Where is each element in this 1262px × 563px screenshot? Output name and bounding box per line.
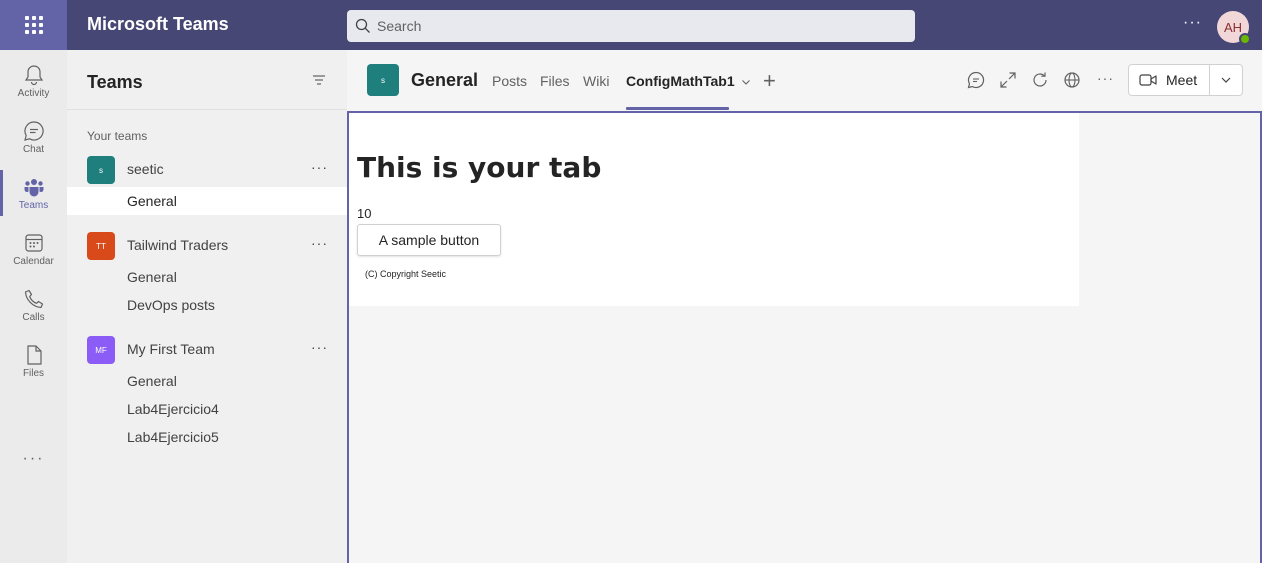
top-bar: Microsoft Teams ··· AH: [0, 0, 1262, 50]
conversation-icon[interactable]: [967, 71, 985, 89]
app-rail: Activity Chat Teams Calendar Calls Files…: [0, 50, 67, 563]
tab-iframe: This is your tab 10 A sample button (C) …: [349, 113, 1079, 306]
tab-files[interactable]: Files: [540, 73, 570, 89]
rail-item-activity[interactable]: Activity: [0, 54, 67, 110]
meet-button-group: Meet: [1128, 64, 1243, 96]
team-more-options-button[interactable]: ···: [311, 339, 328, 355]
waffle-icon: [24, 16, 43, 34]
teams-panel-title: Teams: [87, 72, 143, 92]
team-name: Tailwind Traders: [127, 237, 229, 253]
channel-item-general[interactable]: General: [67, 367, 347, 395]
refresh-icon[interactable]: [1031, 71, 1049, 89]
more-options-button[interactable]: ···: [1097, 70, 1114, 86]
tab-content-area: This is your tab 10 A sample button (C) …: [347, 111, 1262, 563]
channel-item-lab4ejercicio4[interactable]: Lab4Ejercicio4: [67, 395, 347, 423]
tab-heading: This is your tab: [357, 151, 602, 184]
channel-header: s General Posts Files Wiki ConfigMathTab…: [347, 50, 1262, 111]
rail-item-calls[interactable]: Calls: [0, 278, 67, 334]
tab-value: 10: [357, 206, 372, 221]
rail-label-teams: Teams: [18, 200, 49, 211]
teams-panel-header: Teams: [67, 50, 347, 110]
settings-more-button[interactable]: ···: [1183, 14, 1202, 32]
tab-posts[interactable]: Posts: [492, 73, 527, 89]
team-more-options-button[interactable]: ···: [311, 159, 328, 175]
rail-label-chat: Chat: [22, 144, 45, 155]
channel-item-general[interactable]: General: [67, 187, 347, 215]
rail-item-calendar[interactable]: Calendar: [0, 222, 67, 278]
rail-item-chat[interactable]: Chat: [0, 110, 67, 166]
team-item-my-first-team[interactable]: MF My First Team ···: [67, 336, 347, 364]
tab-configmathtab1[interactable]: ConfigMathTab1: [626, 73, 751, 89]
search-icon: [355, 18, 370, 33]
rail-label-activity: Activity: [17, 88, 50, 99]
phone-icon: [24, 289, 43, 309]
app-title: Microsoft Teams: [87, 14, 229, 34]
globe-icon[interactable]: [1063, 71, 1081, 89]
rail-label-files: Files: [22, 368, 45, 379]
meet-button[interactable]: Meet: [1129, 65, 1211, 95]
search-input[interactable]: [377, 18, 877, 34]
team-avatar: MF: [87, 336, 115, 364]
sample-button[interactable]: A sample button: [357, 224, 501, 256]
add-tab-button[interactable]: +: [763, 68, 776, 94]
filter-icon[interactable]: [311, 72, 327, 88]
chevron-down-icon: [741, 80, 750, 85]
expand-icon[interactable]: [999, 71, 1017, 89]
team-more-options-button[interactable]: ···: [311, 235, 328, 251]
search-box[interactable]: [347, 10, 915, 42]
teams-icon: [24, 179, 43, 197]
channel-item-lab4ejercicio5[interactable]: Lab4Ejercicio5: [67, 423, 347, 451]
rail-label-calendar: Calendar: [13, 256, 54, 267]
active-tab-indicator: [626, 107, 729, 110]
user-avatar[interactable]: AH: [1217, 11, 1251, 45]
your-teams-label: Your teams: [87, 129, 148, 143]
file-icon: [26, 345, 42, 365]
channel-name: General: [411, 70, 479, 90]
app-launcher-button[interactable]: [0, 0, 67, 50]
presence-available-icon: [1239, 33, 1251, 45]
rail-item-teams[interactable]: Teams: [0, 166, 67, 222]
team-name: seetic: [127, 161, 164, 177]
team-name: My First Team: [127, 341, 215, 357]
team-item-tailwind-traders[interactable]: TT Tailwind Traders ···: [67, 232, 347, 260]
meet-label: Meet: [1166, 72, 1198, 88]
channel-item-general[interactable]: General: [67, 263, 347, 291]
team-avatar: s: [87, 156, 115, 184]
team-avatar: TT: [87, 232, 115, 260]
rail-more-apps-button[interactable]: ···: [0, 450, 67, 468]
meet-options-dropdown[interactable]: [1210, 76, 1242, 84]
channel-item-devops-posts[interactable]: DevOps posts: [67, 291, 347, 319]
team-item-seetic[interactable]: s seetic ···: [67, 156, 347, 184]
channel-team-avatar: s: [367, 64, 399, 96]
chat-icon: [23, 121, 44, 141]
tab-wiki[interactable]: Wiki: [583, 73, 609, 89]
avatar-initials: AH: [1223, 19, 1243, 35]
calendar-icon: [24, 234, 43, 252]
chevron-down-icon: [1221, 77, 1231, 83]
bell-icon: [24, 65, 43, 86]
teams-panel: Teams Your teams s seetic ··· General TT…: [67, 50, 347, 563]
rail-item-files[interactable]: Files: [0, 334, 67, 390]
video-camera-icon: [1139, 74, 1157, 86]
copyright-text: (C) Copyright Seetic: [365, 269, 447, 279]
rail-label-calls: Calls: [22, 312, 45, 323]
tab-label: ConfigMathTab1: [626, 73, 735, 89]
